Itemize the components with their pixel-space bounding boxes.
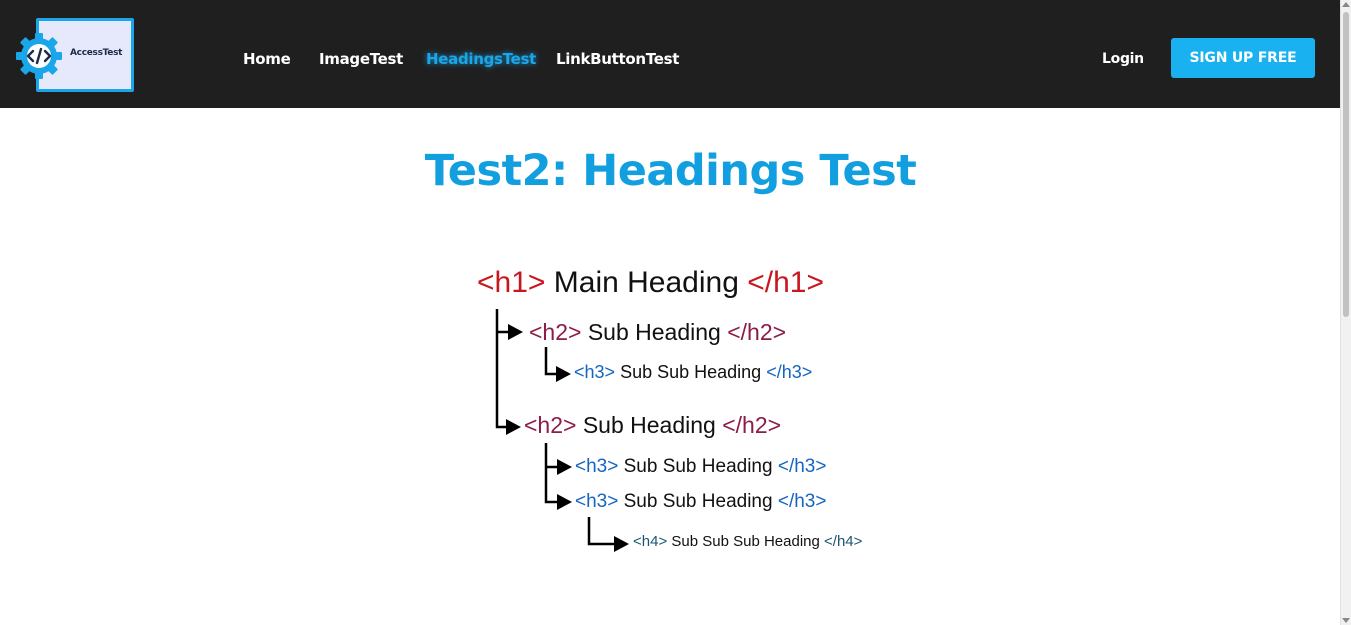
h3-open-tag: <h3>: [575, 491, 619, 512]
heading-h3-row: <h3> Sub Sub Heading </h3>: [574, 362, 812, 383]
h3-text: Sub Sub Heading: [623, 456, 773, 477]
h2-close-tag: </h2>: [727, 319, 787, 345]
heading-h4-row: <h4> Sub Sub Sub Heading </h4>: [633, 533, 862, 550]
arrow-head-icon: [557, 494, 572, 510]
h3-open-tag: <h3>: [574, 362, 616, 382]
scroll-up-icon[interactable]: [1342, 2, 1350, 7]
h3-open-tag: <h3>: [575, 456, 619, 477]
h1-connector: [495, 309, 508, 429]
heading-h2-row: <h2> Sub Heading </h2>: [524, 412, 781, 439]
scroll-down-icon[interactable]: [1342, 618, 1350, 623]
h1-open-tag: <h1>: [477, 266, 546, 299]
h4-open-tag: <h4>: [633, 533, 668, 550]
h3-close-tag: </h3>: [777, 491, 827, 512]
h3c-connector: [587, 517, 616, 546]
hierarchy-connectors: [495, 309, 629, 552]
arrow-head-icon: [557, 459, 572, 475]
arrow-head-icon: [506, 419, 521, 435]
h1-close-tag: </h1>: [747, 266, 824, 299]
h1-text: Main Heading: [553, 266, 739, 299]
h2-open-tag: <h2>: [529, 319, 582, 345]
h3-close-tag: </h3>: [777, 456, 827, 477]
heading-h1-row: <h1> Main Heading </h1>: [477, 266, 824, 300]
h4-text: Sub Sub Sub Heading: [671, 533, 820, 550]
arrow-head-icon: [556, 366, 571, 382]
arrow-head-icon: [508, 324, 523, 340]
h2b-connector: [544, 443, 558, 504]
arrow-head-icon: [614, 536, 629, 552]
h2a-connector: [544, 347, 556, 376]
heading-h3-row: <h3> Sub Sub Heading </h3>: [575, 491, 826, 513]
h3-text: Sub Sub Heading: [623, 491, 773, 512]
h3-text: Sub Sub Heading: [620, 362, 762, 382]
heading-h3-row: <h3> Sub Sub Heading </h3>: [575, 456, 826, 478]
headings-hierarchy-diagram: <h1> Main Heading </h1> <h2> Sub Heading…: [0, 0, 1341, 625]
heading-h2-row: <h2> Sub Heading </h2>: [529, 319, 786, 346]
h2-text: Sub Heading: [582, 412, 716, 438]
h3-close-tag: </h3>: [766, 362, 813, 382]
h4-close-tag: </h4>: [824, 533, 863, 550]
h2-open-tag: <h2>: [524, 412, 577, 438]
h2-close-tag: </h2>: [722, 412, 782, 438]
scroll-thumb[interactable]: [1343, 12, 1349, 317]
h2-text: Sub Heading: [587, 319, 721, 345]
vertical-scrollbar[interactable]: [1340, 0, 1351, 625]
